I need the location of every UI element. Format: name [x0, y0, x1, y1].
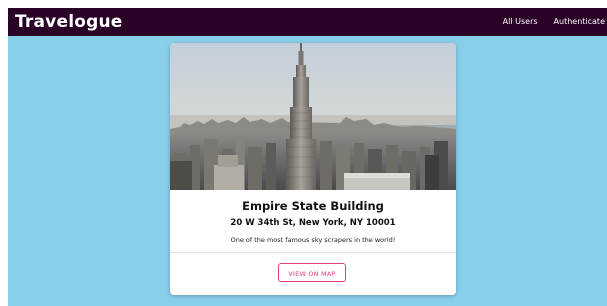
place-address: 20 W 34th St, New York, NY 10001 [230, 218, 396, 228]
nav-link-authenticate[interactable]: Authenticate [554, 17, 605, 26]
view-on-map-button[interactable]: VIEW ON MAP [278, 263, 346, 282]
place-image [170, 43, 456, 190]
main-navbar: Travelogue All Users Authenticate [8, 8, 607, 36]
nav-links: All Users Authenticate [503, 17, 605, 26]
card-divider [170, 252, 456, 253]
page: Travelogue All Users Authenticate Empire… [8, 8, 607, 306]
brand-logo-link[interactable]: Travelogue [15, 12, 123, 32]
place-title: Empire State Building [242, 199, 384, 213]
place-card: Empire State Building 20 W 34th St, New … [170, 43, 456, 295]
place-description: One of the most famous sky scrapers in t… [230, 236, 396, 244]
nav-link-all-users[interactable]: All Users [503, 17, 538, 26]
